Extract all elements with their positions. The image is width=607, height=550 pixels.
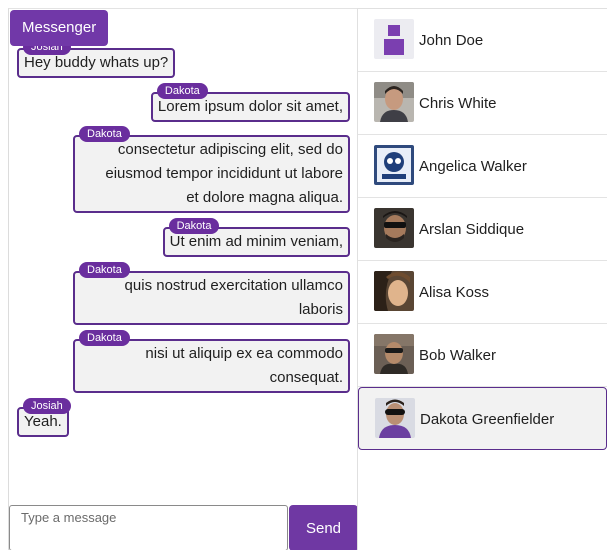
contact-item[interactable]: Angelica Walker [358, 135, 607, 198]
avatar [374, 82, 414, 122]
message: quis nostrud exercitation ullamco labori… [73, 262, 350, 325]
chat-panel: Messenger Hey buddy whats up? Josiah Lor… [8, 8, 358, 550]
contact-name: John Doe [419, 32, 484, 49]
contact-item[interactable]: Alisa Koss [358, 261, 607, 324]
author-badge: Josiah [23, 398, 71, 414]
contact-list: John Doe Chris White Angelica Walker Ars… [357, 8, 607, 550]
message: nisi ut aliquip ex ea commodo consequat.… [73, 330, 350, 393]
send-button[interactable]: Send [289, 505, 358, 550]
message: Ut enim ad minim veniam, Dakota [162, 218, 350, 257]
contact-item-selected[interactable]: Dakota Greenfielder [358, 387, 607, 450]
contact-name: Bob Walker [419, 347, 496, 364]
author-badge: Dakota [79, 262, 130, 278]
author-badge: Dakota [168, 218, 220, 234]
message-input[interactable] [9, 505, 288, 550]
avatar [374, 208, 414, 248]
message-bubble: nisi ut aliquip ex ea commodo consequat. [73, 339, 350, 393]
contact-item[interactable]: Arslan Siddique [358, 198, 607, 261]
message-composer: Send [9, 505, 358, 550]
message: Lorem ipsum dolor sit amet, Dakota [150, 83, 350, 122]
avatar [374, 334, 414, 374]
message-line: consequat. [269, 369, 343, 386]
app-title: Messenger [10, 10, 109, 46]
avatar [374, 145, 414, 185]
contact-item[interactable]: Chris White [358, 72, 607, 135]
message: consectetur adipiscing elit, sed do eius… [73, 126, 350, 213]
author-badge: Dakota [156, 83, 208, 99]
contact-name: Chris White [419, 95, 497, 112]
contact-name: Arslan Siddique [419, 221, 525, 238]
message: Yeah. Josiah [17, 398, 71, 437]
message-bubble: consectetur adipiscing elit, sed do eius… [73, 135, 350, 213]
contact-item[interactable]: Bob Walker [358, 324, 607, 387]
message: Hey buddy whats up? Josiah [17, 39, 176, 78]
avatar [374, 271, 414, 311]
contact-name: Angelica Walker [419, 158, 527, 175]
author-badge: Dakota [79, 330, 130, 346]
message-line: laboris [298, 301, 343, 318]
message-line: eiusmod tempor incididunt ut labore [105, 165, 343, 182]
avatar [375, 398, 415, 438]
default-person-icon [374, 19, 414, 59]
contact-item[interactable]: John Doe [358, 9, 607, 72]
author-badge: Dakota [79, 126, 130, 142]
contact-name: Dakota Greenfielder [420, 411, 555, 428]
message-line: et dolore magna aliqua. [186, 189, 343, 206]
contact-name: Alisa Koss [419, 284, 490, 301]
messenger-app: Messenger Hey buddy whats up? Josiah Lor… [0, 0, 607, 550]
message-list[interactable]: Hey buddy whats up? Josiah Lorem ipsum d… [9, 9, 358, 504]
message-bubble: quis nostrud exercitation ullamco labori… [73, 271, 350, 325]
